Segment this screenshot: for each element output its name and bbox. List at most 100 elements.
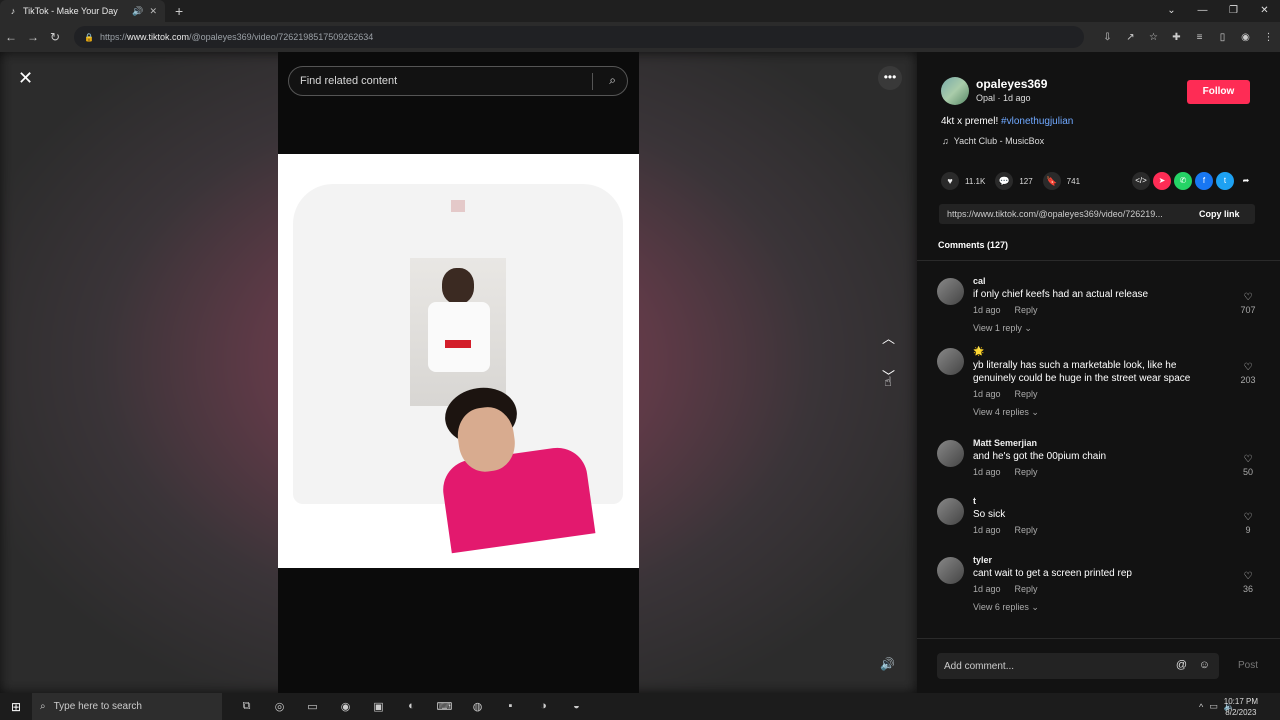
minimize-icon[interactable]: — bbox=[1187, 0, 1218, 22]
tab-search-icon[interactable]: ⌄ bbox=[1156, 0, 1187, 22]
reading-list-icon[interactable]: ≡ bbox=[1188, 32, 1211, 43]
find-related-search[interactable]: Find related content ⌕ bbox=[288, 66, 628, 96]
commenter-name[interactable]: Matt Semerjian bbox=[973, 438, 1260, 448]
comment-list[interactable]: cal if only chief keefs had an actual re… bbox=[937, 274, 1260, 640]
reload-icon[interactable]: ↻ bbox=[44, 30, 66, 44]
twitter-icon[interactable]: t bbox=[1216, 172, 1234, 190]
close-video-icon[interactable]: ✕ bbox=[18, 68, 33, 89]
view-replies-link[interactable]: View 6 replies ⌄ bbox=[973, 602, 1260, 613]
chrome-icon[interactable]: ◎ bbox=[263, 700, 296, 713]
reply-button[interactable]: Reply bbox=[1015, 525, 1038, 535]
commenter-avatar[interactable] bbox=[937, 557, 964, 584]
commenter-avatar[interactable] bbox=[937, 498, 964, 525]
heart-icon[interactable]: ♥ bbox=[941, 172, 959, 190]
comments-tab[interactable]: Comments (127) bbox=[938, 240, 1008, 250]
author-avatar[interactable] bbox=[941, 77, 969, 105]
comment-like-count: 203 bbox=[1240, 375, 1256, 385]
close-tab-icon[interactable]: ✕ bbox=[149, 6, 157, 17]
network-icon[interactable]: ▭ bbox=[1209, 701, 1218, 712]
speaker-icon[interactable]: 🔊 bbox=[132, 6, 143, 17]
reply-button[interactable]: Reply bbox=[1015, 467, 1038, 477]
reply-button[interactable]: Reply bbox=[1015, 584, 1038, 594]
keyboard-app-icon[interactable]: ⌨ bbox=[428, 700, 461, 713]
author-info[interactable]: opaleyes369 Opal · 1d ago bbox=[941, 77, 1047, 105]
commenter-avatar[interactable] bbox=[937, 440, 964, 467]
add-comment-input[interactable]: Add comment... @ ☺ bbox=[937, 653, 1219, 679]
install-icon[interactable]: ⇩ bbox=[1096, 32, 1119, 43]
taskbar-clock[interactable]: 10:17 PM 8/2/2023 bbox=[1224, 696, 1258, 718]
commenter-avatar[interactable] bbox=[937, 348, 964, 375]
facebook-icon[interactable]: f bbox=[1195, 172, 1213, 190]
emoji-icon[interactable]: ☺ bbox=[1199, 659, 1210, 671]
commenter-name[interactable]: cal bbox=[973, 276, 1260, 286]
commenter-name[interactable]: tyler bbox=[973, 555, 1260, 565]
windows-start-icon[interactable]: ⊞ bbox=[0, 700, 32, 714]
comment-stat[interactable]: 💬 127 bbox=[995, 172, 1033, 190]
author-username[interactable]: opaleyes369 bbox=[976, 77, 1047, 91]
save-stat[interactable]: 🔖 741 bbox=[1042, 172, 1080, 190]
send-icon[interactable]: ➤ bbox=[1153, 172, 1171, 190]
add-comment-placeholder: Add comment... bbox=[944, 660, 1015, 672]
file-explorer-icon[interactable]: ▭ bbox=[296, 700, 329, 713]
forward-icon[interactable]: → bbox=[22, 30, 44, 44]
restore-icon[interactable]: ❐ bbox=[1218, 0, 1249, 22]
video-player[interactable]: Find related content ⌕ bbox=[278, 52, 639, 693]
whatsapp-icon[interactable]: ✆ bbox=[1174, 172, 1192, 190]
bookmark-icon[interactable]: 🔖 bbox=[1042, 172, 1061, 190]
comments-divider bbox=[917, 260, 1280, 261]
browser-tab[interactable]: ♪ TikTok - Make Your Day 🔊 ✕ bbox=[0, 0, 165, 22]
spotify-icon[interactable]: ◍ bbox=[461, 700, 494, 713]
share-page-icon[interactable]: ↗ bbox=[1119, 32, 1142, 43]
volume-icon[interactable]: 🔊 bbox=[880, 657, 895, 671]
comment-heart-icon[interactable]: ♡ bbox=[1236, 362, 1260, 373]
music-info[interactable]: ♫ Yacht Club - MusicBox bbox=[942, 136, 1044, 146]
close-window-icon[interactable]: ✕ bbox=[1249, 0, 1280, 22]
discord-icon[interactable]: ◉ bbox=[329, 700, 362, 713]
commenter-name[interactable]: t bbox=[973, 496, 1260, 506]
taskbar-search[interactable]: ⌕ Type here to search bbox=[32, 693, 222, 720]
like-stat[interactable]: ♥ 11.1K bbox=[941, 172, 985, 190]
post-button[interactable]: Post bbox=[1238, 660, 1258, 671]
reply-button[interactable]: Reply bbox=[1015, 305, 1038, 315]
profile-icon[interactable]: ◉ bbox=[1234, 32, 1257, 43]
comment-heart-icon[interactable]: ♡ bbox=[1236, 292, 1260, 303]
copy-link-button[interactable]: Copy link bbox=[1199, 209, 1240, 219]
search-icon[interactable]: ⌕ bbox=[609, 73, 616, 88]
mention-icon[interactable]: @ bbox=[1176, 659, 1187, 671]
obs-icon[interactable]: ◒ bbox=[560, 700, 593, 713]
comment-heart-icon[interactable]: ♡ bbox=[1236, 571, 1260, 582]
comment-heart-icon[interactable]: ♡ bbox=[1236, 512, 1260, 523]
view-replies-link[interactable]: View 4 replies ⌄ bbox=[973, 407, 1260, 418]
bookmark-star-icon[interactable]: ☆ bbox=[1142, 32, 1165, 43]
browser-tab-bar: ♪ TikTok - Make Your Day 🔊 ✕ + ⌄ — ❐ ✕ bbox=[0, 0, 1280, 22]
comment-heart-icon[interactable]: ♡ bbox=[1236, 454, 1260, 465]
menu-dots-icon[interactable]: ⋮ bbox=[1257, 32, 1280, 43]
previous-video-icon[interactable]: ︿ bbox=[882, 328, 895, 347]
music-title[interactable]: Yacht Club - MusicBox bbox=[954, 136, 1044, 146]
comment-text: and he's got the 00pium chain bbox=[973, 451, 1107, 462]
embed-icon[interactable]: </> bbox=[1132, 172, 1150, 190]
back-icon[interactable]: ← bbox=[0, 30, 22, 44]
steam-icon[interactable]: ◐ bbox=[395, 700, 428, 713]
reply-button[interactable]: Reply bbox=[1015, 389, 1038, 399]
app-icon[interactable]: ▪ bbox=[494, 700, 527, 713]
search-input[interactable]: Find related content bbox=[300, 75, 397, 87]
url-field[interactable]: 🔒 https://www.tiktok.com/@opaleyes369/vi… bbox=[74, 26, 1084, 48]
engagement-stats: ♥ 11.1K 💬 127 🔖 741 bbox=[941, 172, 1090, 190]
comment-icon[interactable]: 💬 bbox=[995, 172, 1014, 190]
caption-hashtag[interactable]: #vlonethugjulian bbox=[1001, 116, 1073, 127]
follow-button[interactable]: Follow bbox=[1187, 80, 1250, 104]
view-replies-link[interactable]: View 1 reply ⌄ bbox=[973, 323, 1260, 334]
new-tab-icon[interactable]: + bbox=[175, 3, 183, 19]
app-icon[interactable]: ▣ bbox=[362, 700, 395, 713]
extensions-icon[interactable]: ✚ bbox=[1165, 32, 1188, 43]
edge-icon[interactable]: ◑ bbox=[527, 700, 560, 713]
tiktok-icon: ♪ bbox=[10, 6, 16, 16]
side-panel-icon[interactable]: ▯ bbox=[1211, 32, 1234, 43]
task-view-icon[interactable]: ⧉ bbox=[230, 700, 263, 713]
tray-chevron-icon[interactable]: ^ bbox=[1199, 702, 1203, 712]
commenter-avatar[interactable] bbox=[937, 278, 964, 305]
more-options-icon[interactable]: ••• bbox=[878, 66, 902, 90]
share-arrow-icon[interactable]: ➦ bbox=[1237, 172, 1255, 190]
commenter-name[interactable]: 🌟 bbox=[973, 346, 1260, 357]
